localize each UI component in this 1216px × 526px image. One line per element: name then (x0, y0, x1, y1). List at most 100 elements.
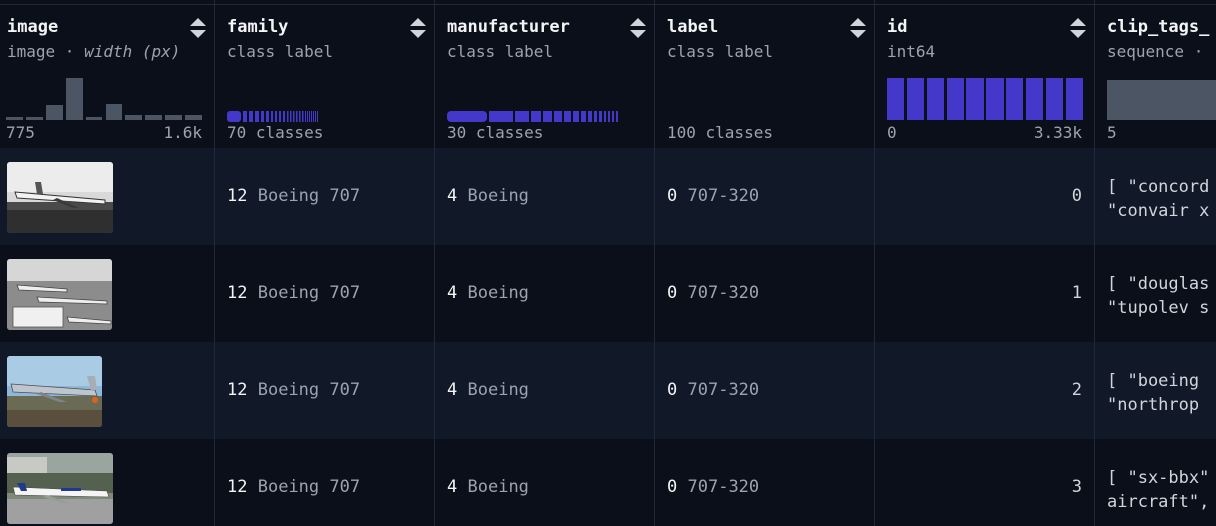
histogram-bar[interactable] (986, 77, 1004, 120)
sort-icon[interactable] (190, 18, 206, 40)
table-row[interactable]: 12 Boeing 707 4 Boeing 0 707-320 1 [ "do… (0, 245, 1216, 342)
clip-tags-cell[interactable]: [ "sx-bbx" aircraft", (1095, 439, 1216, 526)
column-header-manufacturer[interactable]: manufacturer class label 30 classes (435, 0, 654, 148)
sort-icon[interactable] (410, 18, 426, 40)
width-histogram[interactable] (6, 70, 202, 120)
column-type-unit: width (px) (84, 42, 181, 61)
manufacturer-cell[interactable]: 4 Boeing (435, 439, 655, 526)
histogram-bar[interactable] (105, 104, 123, 120)
table-row[interactable]: 12 Boeing 707 4 Boeing 0 707-320 2 [ "bo… (0, 342, 1216, 439)
clip-tags-value: [ "sx-bbx" aircraft", (1107, 466, 1209, 514)
hist-min: 0 (887, 123, 897, 142)
manufacturer-cell[interactable]: 4 Boeing (435, 148, 655, 245)
column-header-image[interactable]: image image · width (px) 775 1.6k (0, 0, 214, 148)
column-type: class label (227, 42, 333, 61)
histogram-bar[interactable] (185, 115, 202, 120)
class-index: 4 (447, 283, 458, 303)
class-index: 4 (447, 477, 458, 497)
id-histogram[interactable] (887, 70, 1083, 120)
hist-min: 775 (6, 123, 35, 142)
clip-tags-value: [ "concord "convair x (1107, 175, 1209, 223)
dataset-table: image image · width (px) 775 1.6k family… (0, 0, 1216, 526)
sequence-length-bar[interactable] (1107, 80, 1216, 120)
clip-tags-value: [ "boeing "northrop (1107, 369, 1209, 417)
id-cell[interactable]: 3 (875, 439, 1095, 526)
column-header-id[interactable]: id int64 0 3.33k (875, 0, 1094, 148)
histogram-bar[interactable] (1065, 77, 1083, 120)
table-row[interactable]: 12 Boeing 707 4 Boeing 0 707-320 3 [ "sx… (0, 439, 1216, 526)
histogram-bar[interactable] (65, 77, 83, 120)
family-cell[interactable]: 12 Boeing 707 (215, 439, 435, 526)
image-cell[interactable] (0, 342, 215, 439)
image-cell[interactable] (0, 148, 215, 245)
airplane-thumbnail[interactable] (7, 259, 112, 330)
sort-icon[interactable] (630, 18, 646, 40)
column-header-clip-tags[interactable]: clip_tags_ sequence · 5 (1095, 0, 1216, 148)
family-cell[interactable]: 12 Boeing 707 (215, 342, 435, 439)
label-cell[interactable]: 0 707-320 (655, 342, 875, 439)
histogram-bar[interactable] (906, 77, 925, 120)
id-cell[interactable]: 1 (875, 245, 1095, 342)
airplane-thumbnail[interactable] (7, 453, 113, 524)
label-cell[interactable]: 0 707-320 (655, 245, 875, 342)
class-name: Boeing (467, 186, 529, 206)
clip-tags-line: "northrop (1107, 395, 1210, 415)
class-index: 0 (667, 477, 678, 497)
table-row[interactable]: 12 Boeing 707 4 Boeing 0 707-320 0 [ "co… (0, 148, 1216, 245)
class-name: Boeing 707 (257, 186, 361, 206)
clip-tags-line: aircraft", (1107, 492, 1210, 512)
id-cell[interactable]: 0 (875, 148, 1095, 245)
clip-tags-line: [ "concord (1107, 177, 1210, 197)
histogram-bar[interactable] (946, 77, 964, 120)
histogram-bar[interactable] (1006, 77, 1024, 120)
clip-tags-cell[interactable]: [ "concord "convair x (1095, 148, 1216, 245)
id-value: 2 (1071, 380, 1082, 400)
column-header-family[interactable]: family class label 70 classes (215, 0, 434, 148)
id-cell[interactable]: 2 (875, 342, 1095, 439)
class-name: 707-320 (687, 477, 760, 497)
family-cell[interactable]: 12 Boeing 707 (215, 245, 435, 342)
histogram-bar[interactable] (125, 115, 143, 120)
class-index: 4 (447, 380, 458, 400)
family-cell[interactable]: 12 Boeing 707 (215, 148, 435, 245)
class-count: 70 classes (227, 123, 324, 142)
histogram-bar[interactable] (6, 117, 23, 120)
histogram-bar[interactable] (165, 115, 183, 120)
manufacturer-cell[interactable]: 4 Boeing (435, 342, 655, 439)
label-cell[interactable]: 0 707-320 (655, 439, 875, 526)
manufacturer-cell[interactable]: 4 Boeing (435, 245, 655, 342)
class-index: 12 (227, 380, 248, 400)
class-distribution-bar[interactable] (447, 111, 619, 122)
column-header-label[interactable]: label class label 100 classes (655, 0, 874, 148)
column-type: class label (447, 42, 553, 61)
histogram-bar[interactable] (25, 117, 43, 120)
column-name: label (667, 17, 719, 37)
airplane-thumbnail[interactable] (7, 162, 113, 233)
airplane-thumbnail[interactable] (7, 356, 102, 427)
histogram-bar[interactable] (887, 77, 905, 120)
clip-tags-cell[interactable]: [ "boeing "northrop (1095, 342, 1216, 439)
histogram-bar[interactable] (1025, 77, 1044, 120)
histogram-bar[interactable] (85, 117, 103, 120)
image-cell[interactable] (0, 439, 215, 526)
column-type-prefix: image · (7, 42, 85, 61)
histogram-bar[interactable] (966, 77, 984, 120)
histogram-bar[interactable] (926, 77, 945, 120)
class-name: Boeing 707 (257, 477, 361, 497)
label-cell[interactable]: 0 707-320 (655, 148, 875, 245)
sort-icon[interactable] (850, 18, 866, 40)
histogram-bar[interactable] (1045, 77, 1064, 120)
clip-tags-line: "convair x (1107, 201, 1210, 221)
class-distribution-bar[interactable] (227, 111, 319, 122)
column-name: family (227, 17, 289, 37)
column-name: image (7, 17, 59, 37)
sort-icon[interactable] (1070, 18, 1086, 40)
histogram-bar[interactable] (145, 115, 163, 120)
image-cell[interactable] (0, 245, 215, 342)
clip-tags-cell[interactable]: [ "douglas "tupolev s (1095, 245, 1216, 342)
class-index: 0 (667, 186, 678, 206)
histogram-bar[interactable] (45, 105, 63, 120)
class-index: 12 (227, 186, 248, 206)
column-type: sequence · (1107, 42, 1204, 61)
clip-tags-line: [ "boeing (1107, 371, 1210, 391)
